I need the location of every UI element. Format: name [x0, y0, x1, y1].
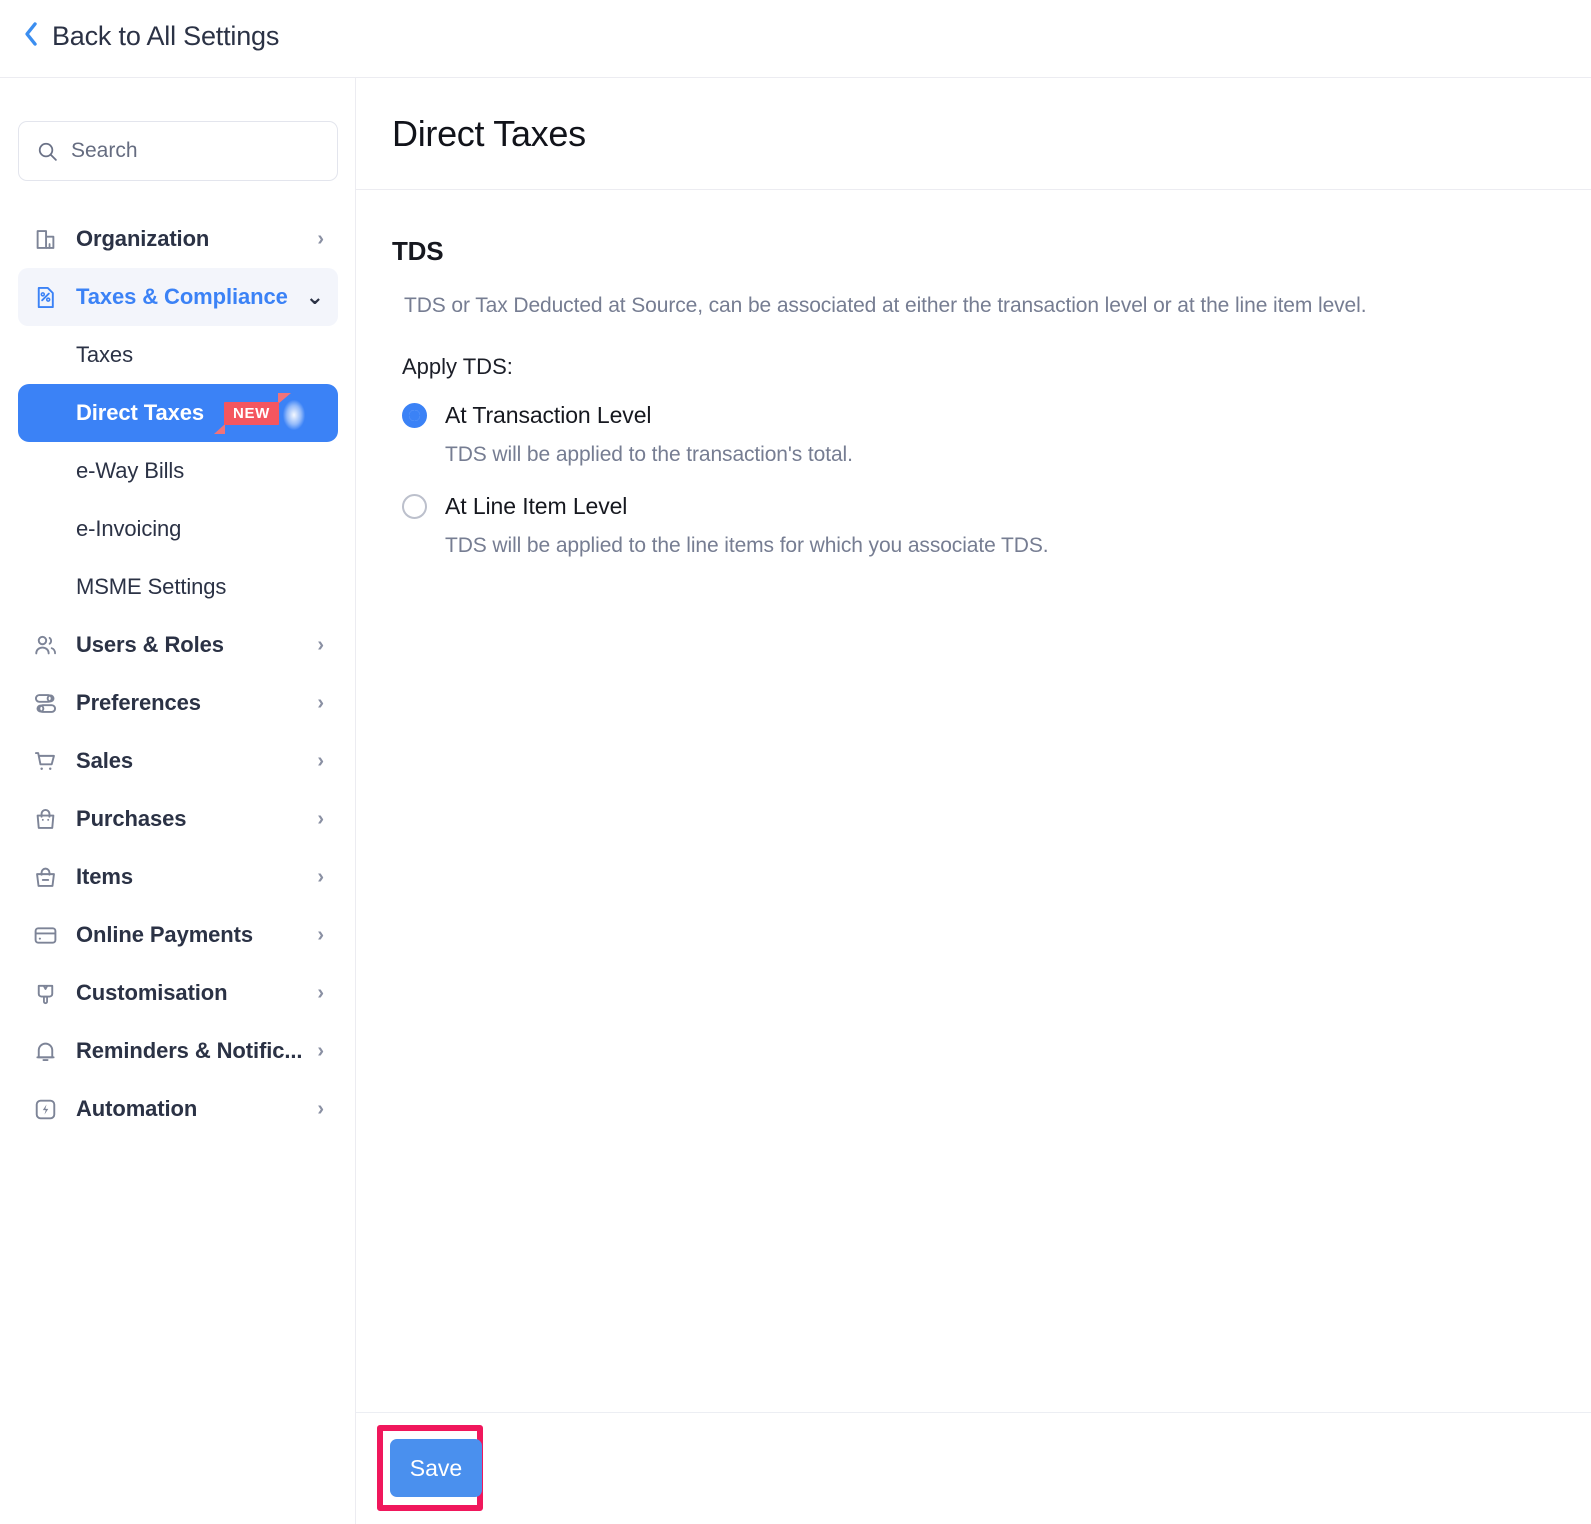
basket-icon: [30, 862, 60, 892]
radio-help-text: TDS will be applied to the transaction's…: [445, 443, 853, 466]
sidebar-subitem-taxes[interactable]: Taxes: [18, 326, 338, 384]
bell-icon: [30, 1036, 60, 1066]
sidebar-item-preferences[interactable]: Preferences ›: [18, 674, 338, 732]
sidebar-item-label: Sales: [76, 748, 133, 773]
new-badge-ribbon: NEW: [214, 392, 305, 434]
sidebar-item-label: Taxes & Compliance: [76, 284, 288, 309]
save-button[interactable]: Save: [390, 1439, 482, 1497]
radio-option-at-line-item-level: At Line Item Level TDS will be applied t…: [402, 489, 1555, 558]
sliders-icon: [30, 688, 60, 718]
section-description: TDS or Tax Deducted at Source, can be as…: [404, 294, 1367, 317]
tax-document-percent-icon: [30, 282, 60, 312]
shopping-bag-icon: [30, 804, 60, 834]
paint-brush-icon: [30, 978, 60, 1008]
radio-row-transaction-level[interactable]: At Transaction Level: [402, 398, 1555, 432]
sidebar-item-label: Reminders & Notific...: [76, 1038, 303, 1063]
sidebar-item-label: Organization: [76, 226, 210, 251]
page-title: Direct Taxes: [392, 112, 586, 154]
sidebar-item-organization[interactable]: Organization ›: [18, 210, 338, 268]
sidebar-item-label: Automation: [76, 1096, 198, 1121]
chevron-right-icon: ›: [317, 982, 324, 1004]
chevron-right-icon: ›: [317, 228, 324, 250]
radio-button-transaction-level[interactable]: [402, 402, 427, 428]
sidebar-item-items[interactable]: Items ›: [18, 848, 338, 906]
sidebar-item-label: Online Payments: [76, 922, 254, 947]
sidebar-item-customisation[interactable]: Customisation ›: [18, 964, 338, 1022]
top-bar: Back to All Settings: [0, 0, 1591, 78]
sidebar-subitem-label: e-Way Bills: [76, 458, 185, 483]
sidebar-item-purchases[interactable]: Purchases ›: [18, 790, 338, 848]
lightning-bolt-icon: [30, 1094, 60, 1124]
sidebar-subitem-label: Taxes: [76, 342, 133, 367]
back-link-label: Back to All Settings: [52, 21, 280, 51]
sidebar-subitem-e-invoicing[interactable]: e-Invoicing: [18, 500, 338, 558]
new-badge-label: NEW: [224, 401, 279, 425]
search-input[interactable]: [71, 139, 319, 163]
sidebar-item-sales[interactable]: Sales ›: [18, 732, 338, 790]
sidebar-item-automation[interactable]: Automation ›: [18, 1080, 338, 1138]
main-content: Direct Taxes TDS TDS or Tax Deducted at …: [356, 78, 1591, 1524]
radio-label: At Line Item Level: [445, 492, 628, 519]
apply-tds-label: Apply TDS:: [402, 354, 513, 379]
chevron-right-icon: ›: [317, 1098, 324, 1120]
back-to-all-settings-link[interactable]: Back to All Settings: [22, 20, 279, 53]
sidebar-item-label: Items: [76, 864, 133, 889]
radio-row-line-item-level[interactable]: At Line Item Level: [402, 489, 1555, 523]
chevron-right-icon: ›: [317, 634, 324, 656]
sidebar-nav-list: Organization › Taxes & Compliance ⌄ Taxe…: [0, 210, 355, 1138]
chevron-right-icon: ›: [317, 866, 324, 888]
radio-label: At Transaction Level: [445, 401, 652, 428]
chevron-left-icon: [22, 20, 40, 53]
badge-glow-icon: [282, 399, 305, 430]
radio-button-line-item-level[interactable]: [402, 493, 427, 519]
ribbon-tail-bottom-left-icon: [214, 423, 226, 434]
sidebar-subitem-label: Direct Taxes: [76, 400, 205, 425]
chevron-right-icon: ›: [317, 692, 324, 714]
search-box[interactable]: [18, 121, 338, 181]
chevron-right-icon: ›: [317, 750, 324, 772]
footer-action-bar: Save: [356, 1412, 1591, 1524]
sidebar-subitem-direct-taxes[interactable]: Direct Taxes NEW: [18, 384, 338, 442]
sidebar-subitem-msme-settings[interactable]: MSME Settings: [18, 558, 338, 616]
radio-option-at-transaction-level: At Transaction Level TDS will be applied…: [402, 398, 1555, 467]
main-header: Direct Taxes: [356, 78, 1591, 190]
chevron-down-icon: ⌄: [305, 284, 324, 309]
sidebar-item-label: Customisation: [76, 980, 228, 1005]
sidebar-item-label: Purchases: [76, 806, 187, 831]
building-icon: [30, 224, 60, 254]
chevron-right-icon: ›: [317, 924, 324, 946]
ribbon-tail-top-right-icon: [277, 392, 291, 404]
settings-page: Back to All Settings Search Organization…: [0, 0, 1591, 1524]
sidebar-item-reminders-and-notifications[interactable]: Reminders & Notific... ›: [18, 1022, 338, 1080]
chevron-right-icon: ›: [317, 808, 324, 830]
sidebar-subitem-label: MSME Settings: [76, 574, 227, 599]
apply-tds-radio-group: At Transaction Level TDS will be applied…: [402, 398, 1555, 558]
sidebar-item-users-and-roles[interactable]: Users & Roles ›: [18, 616, 338, 674]
sidebar-subitem-label: e-Invoicing: [76, 516, 182, 541]
sidebar-item-label: Preferences: [76, 690, 201, 715]
shopping-cart-icon: [30, 746, 60, 776]
sidebar-item-label: Users & Roles: [76, 632, 224, 657]
section-title-tds: TDS: [392, 236, 444, 266]
radio-help-text: TDS will be applied to the line items fo…: [445, 534, 1049, 557]
chevron-right-icon: ›: [317, 1040, 324, 1062]
sidebar-item-taxes-and-compliance[interactable]: Taxes & Compliance ⌄: [18, 268, 338, 326]
sidebar-item-online-payments[interactable]: Online Payments ›: [18, 906, 338, 964]
credit-card-icon: [30, 920, 60, 950]
sidebar-subitem-e-way-bills[interactable]: e-Way Bills: [18, 442, 338, 500]
users-icon: [30, 630, 60, 660]
settings-sidebar: Organization › Taxes & Compliance ⌄: [0, 78, 356, 1524]
main-body: TDS TDS or Tax Deducted at Source, can b…: [356, 190, 1591, 558]
search-icon: [37, 141, 58, 162]
